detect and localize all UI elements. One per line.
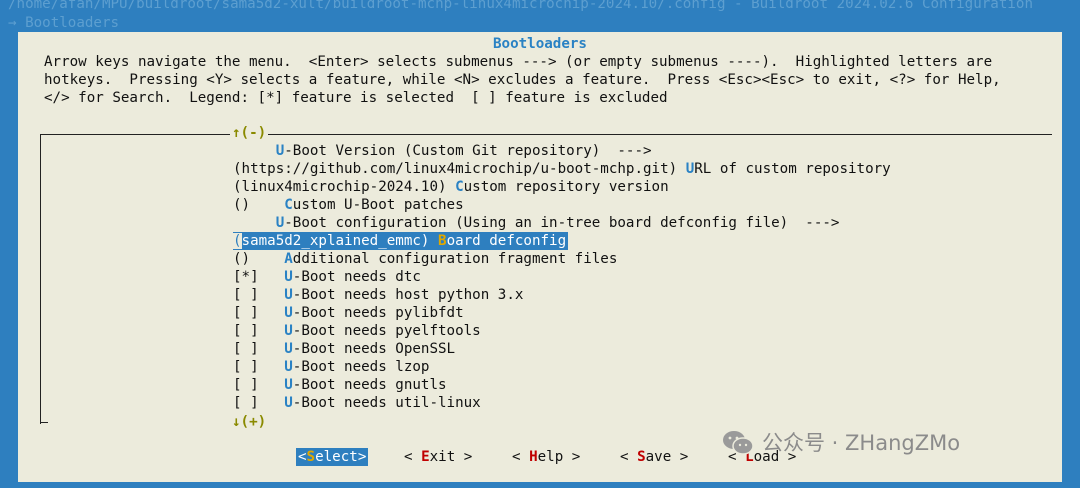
menu-item-checkbox: [ ]	[233, 323, 285, 339]
button-bracket: <	[404, 449, 422, 465]
menu-item-board-defconfig[interactable]: (sama5d2_xplained_emmc) Board defconfig	[233, 232, 569, 250]
menu-item-needs-gnutls[interactable]: [ ] U-Boot needs gnutls	[233, 376, 891, 394]
button-bracket: >	[671, 449, 689, 465]
terminal-title: /home/afan/MPU/buildroot/sama5d2-xult/bu…	[8, 0, 1033, 12]
menu-item-label: oard defconfig	[446, 233, 567, 249]
menu-item-hotkey: U	[284, 269, 293, 285]
help-line: Arrow keys navigate the menu. <Enter> se…	[44, 54, 993, 70]
menu-item-checkbox: [*]	[233, 269, 285, 285]
menu-item-label: -Boot configuration (Using an in-tree bo…	[284, 215, 840, 231]
menu-item-needs-pyelftools[interactable]: [ ] U-Boot needs pyelftools	[233, 322, 891, 340]
button-label: elect	[315, 449, 358, 465]
menu-item-label: ustom U-Boot patches	[292, 197, 464, 213]
button-bracket: >	[563, 449, 581, 465]
menu-item-hotkey: U	[284, 359, 293, 375]
menu-item-label: dditional configuration fragment files	[292, 251, 618, 267]
button-bracket: <	[512, 449, 530, 465]
menu-item-hotkey: C	[455, 179, 464, 195]
help-button[interactable]: < Help >	[512, 448, 580, 466]
menu-item-hotkey: U	[284, 395, 293, 411]
menu-item-needs-util-linux[interactable]: [ ] U-Boot needs util-linux	[233, 394, 891, 412]
menu-item-uboot-configuration[interactable]: U-Boot configuration (Using an in-tree b…	[233, 214, 891, 232]
menu-item-prefix	[233, 143, 276, 159]
button-label: elp	[537, 449, 564, 465]
menu-item-hotkey: U	[275, 143, 285, 159]
menu-item-hotkey: C	[284, 197, 293, 213]
menu-item-hotkey: U	[284, 377, 293, 393]
save-button[interactable]: < Save >	[620, 448, 688, 466]
button-bracket: >	[455, 449, 473, 465]
button-bracket: <	[298, 449, 307, 465]
menu-item-needs-host-python[interactable]: [ ] U-Boot needs host python 3.x	[233, 286, 891, 304]
button-label: xit	[429, 449, 456, 465]
menu-item-checkbox: [ ]	[233, 359, 285, 375]
menu-item-needs-dtc[interactable]: [*] U-Boot needs dtc	[233, 268, 891, 286]
help-text: Arrow keys navigate the menu. <Enter> se…	[44, 53, 1001, 107]
help-line: hotkeys. Pressing <Y> selects a feature,…	[44, 72, 1001, 88]
menu-item-checkbox: [ ]	[233, 395, 285, 411]
menu-item-label: -Boot needs OpenSSL	[292, 341, 456, 357]
menu-item-hotkey: A	[284, 251, 293, 267]
menuconfig-dialog: Bootloaders Arrow keys navigate the menu…	[18, 32, 1062, 482]
scroll-down-indicator[interactable]: ↓(+)	[230, 413, 269, 431]
menu-item-label: ustom repository version	[463, 179, 669, 195]
menu-item-checkbox: [ ]	[233, 377, 285, 393]
breadcrumb: → Bootloaders	[8, 15, 120, 31]
button-hotkey: H	[529, 449, 538, 465]
button-hotkey: E	[421, 449, 430, 465]
menu-item-hotkey: U	[284, 323, 293, 339]
button-hotkey: S	[637, 449, 646, 465]
menu-item-hotkey: U	[284, 287, 293, 303]
menu-item-needs-lzop[interactable]: [ ] U-Boot needs lzop	[233, 358, 891, 376]
watermark-text: 公众号 · ZHangZMo	[762, 431, 961, 455]
menu-item-prefix: ()	[233, 197, 285, 213]
exit-button[interactable]: < Exit >	[404, 448, 472, 466]
button-bracket: <	[620, 449, 638, 465]
wechat-icon	[723, 431, 754, 455]
menu-item-hotkey: U	[275, 215, 285, 231]
menu-item-custom-repo-url[interactable]: (https://github.com/linux4microchip/u-bo…	[233, 160, 891, 178]
menu-item-label: -Boot needs dtc	[292, 269, 421, 285]
scroll-up-indicator[interactable]: ↑(-)	[230, 124, 269, 142]
menu-item-prefix: ()	[233, 251, 285, 267]
button-label: ave	[645, 449, 672, 465]
menu-item-custom-patches[interactable]: () Custom U-Boot patches	[233, 196, 891, 214]
menu-item-needs-openssl[interactable]: [ ] U-Boot needs OpenSSL	[233, 340, 891, 358]
menu-item-checkbox: [ ]	[233, 341, 285, 357]
menu-item-needs-pylibfdt[interactable]: [ ] U-Boot needs pylibfdt	[233, 304, 891, 322]
menu-item-checkbox: [ ]	[233, 305, 285, 321]
menu-item-prefix: sama5d2_xplained_emmc)	[241, 233, 439, 249]
menu-item-prefix: (linux4microchip-2024.10)	[233, 179, 456, 195]
menu-item-label: RL of custom repository	[694, 161, 891, 177]
menu-frame-bottom-edge	[40, 422, 48, 423]
menu-item-label: -Boot needs pyelftools	[292, 323, 481, 339]
menu-list: U-Boot Version (Custom Git repository) -…	[233, 142, 891, 412]
menu-item-hotkey: U	[284, 305, 293, 321]
menu-item-hotkey: B	[438, 233, 447, 249]
menu-item-uboot-version[interactable]: U-Boot Version (Custom Git repository) -…	[233, 142, 891, 160]
menu-item-prefix	[233, 215, 276, 231]
menu-item-label: -Boot needs gnutls	[292, 377, 447, 393]
watermark: 公众号 · ZHangZMo	[722, 428, 960, 458]
menu-item-checkbox: [ ]	[233, 287, 285, 303]
menu-item-label: -Boot needs host python 3.x	[292, 287, 524, 303]
menu-item-hotkey: U	[284, 341, 293, 357]
menu-item-prefix: (https://github.com/linux4microchip/u-bo…	[233, 161, 686, 177]
menu-item-custom-repo-version[interactable]: (linux4microchip-2024.10) Custom reposit…	[233, 178, 891, 196]
menu-item-config-fragment-files[interactable]: () Additional configuration fragment fil…	[233, 250, 891, 268]
button-hotkey: S	[306, 449, 316, 465]
help-line: </> for Search. Legend: [*] feature is s…	[44, 90, 668, 106]
menu-item-label: -Boot needs pylibfdt	[292, 305, 464, 321]
button-bracket: >	[357, 449, 367, 465]
menu-item-label: -Boot Version (Custom Git repository) --…	[284, 143, 652, 159]
menu-item-hotkey: U	[685, 161, 695, 177]
text-cursor: (	[233, 233, 242, 249]
select-button[interactable]: <Select>	[296, 448, 369, 466]
dialog-title: Bootloaders	[493, 36, 587, 52]
menu-item-label: -Boot needs util-linux	[292, 395, 481, 411]
menu-item-label: -Boot needs lzop	[292, 359, 430, 375]
